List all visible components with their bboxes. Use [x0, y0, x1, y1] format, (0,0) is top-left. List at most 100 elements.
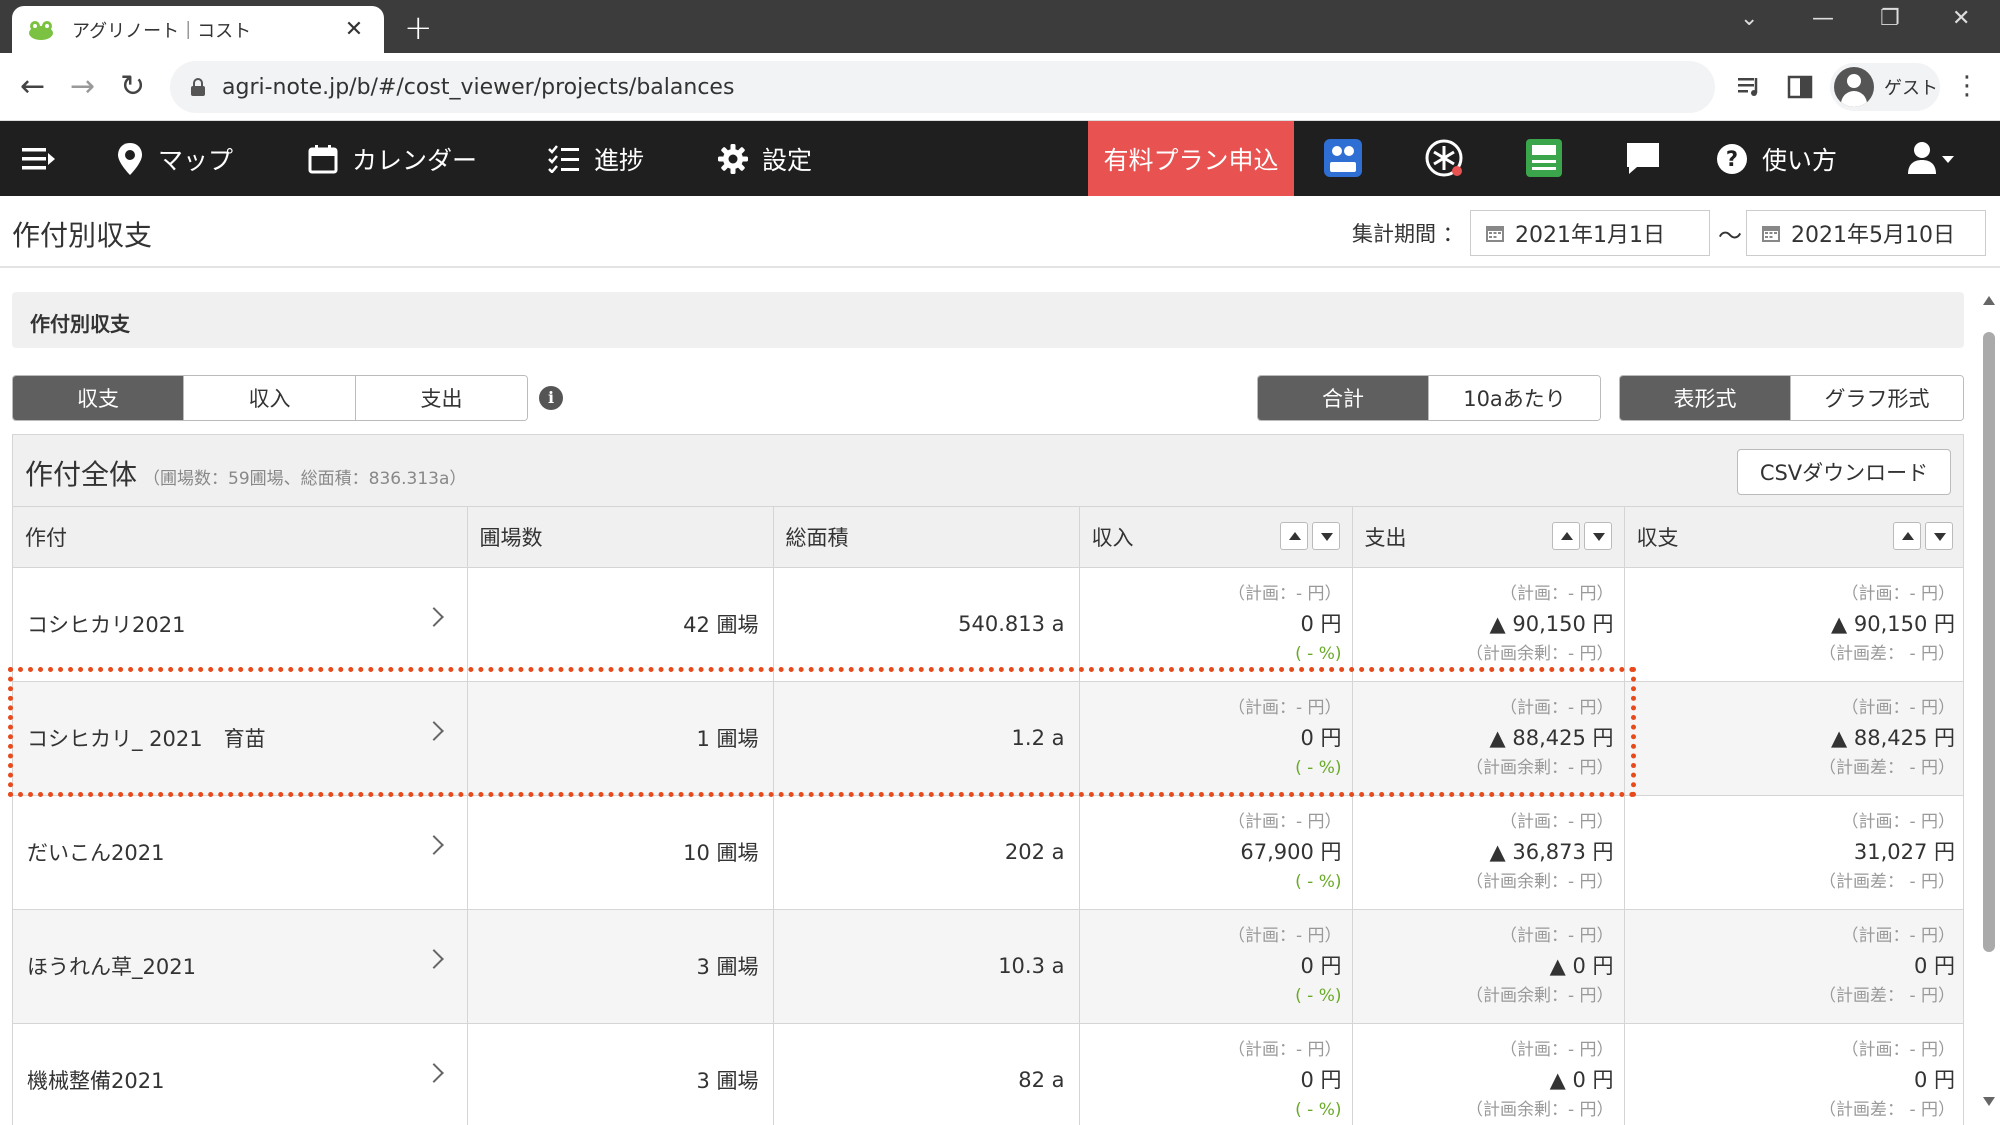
- col-expense-label: 支出: [1364, 525, 1407, 550]
- address-bar[interactable]: agri-note.jp/b/#/cost_viewer/projects/ba…: [170, 61, 1715, 113]
- total-area: 1.2 a: [773, 681, 1080, 796]
- forward-icon[interactable]: →: [70, 69, 95, 104]
- partner-app-icon[interactable]: [1424, 138, 1464, 178]
- tab-graph-view[interactable]: グラフ形式: [1791, 376, 1963, 420]
- chevron-right-icon[interactable]: [423, 720, 444, 741]
- income-percent: ( - %): [1295, 872, 1342, 892]
- nav-settings[interactable]: 設定: [718, 121, 812, 196]
- map-pin-icon: [118, 142, 142, 175]
- sort-desc-icon[interactable]: [1311, 522, 1340, 550]
- sort-desc-icon[interactable]: [1925, 522, 1953, 550]
- expense-remainder: （計画余剰：- 円）: [1465, 986, 1614, 1006]
- tab-expense[interactable]: 支出: [356, 376, 527, 420]
- info-icon[interactable]: i: [539, 386, 563, 410]
- col-income: 収入: [1079, 507, 1353, 568]
- table-row[interactable]: コシヒカリ_ 2021 育苗 1 圃場 1.2 a （計画：- 円） 0 円 ( -…: [13, 681, 1963, 796]
- nav-map[interactable]: マップ: [116, 121, 233, 196]
- nav-progress[interactable]: 進捗: [548, 121, 644, 196]
- chat-icon[interactable]: [1623, 138, 1663, 178]
- chevron-right-icon[interactable]: [423, 948, 444, 969]
- table-row[interactable]: だいこん2021 10 圃場 202 a （計画：- 円） 67,900 円 ( -…: [13, 795, 1963, 910]
- csv-download-button[interactable]: CSVダウンロード: [1737, 449, 1951, 495]
- date-range-separator: 〜: [1718, 222, 1742, 250]
- tab-income[interactable]: 収入: [184, 376, 356, 420]
- profile-button[interactable]: ゲスト: [1830, 63, 1940, 111]
- balance-value: ▲ 88,425 円: [1831, 726, 1955, 750]
- new-tab-icon[interactable]: +: [404, 8, 433, 48]
- end-date-field[interactable]: 2021年5月10日: [1746, 210, 1986, 256]
- tab-search-icon[interactable]: ⌄: [1740, 6, 1758, 31]
- menu-toggle-button[interactable]: [22, 121, 70, 196]
- kebab-menu-icon[interactable]: ⋮: [1954, 71, 1980, 101]
- tab-balance[interactable]: 収支: [13, 376, 184, 420]
- panel-title-text: 作付全体: [25, 458, 138, 491]
- balance-value: 0 円: [1913, 1068, 1955, 1092]
- chevron-right-icon[interactable]: [423, 606, 444, 627]
- expense-plan: （計画：- 円）: [1499, 812, 1614, 832]
- start-date-field[interactable]: 2021年1月1日: [1470, 210, 1710, 256]
- paid-plan-button[interactable]: 有料プラン申込: [1088, 121, 1294, 196]
- balance-cell: （計画：- 円） 0 円 （計画差： - 円）: [1624, 909, 1963, 1024]
- nav-calendar[interactable]: カレンダー: [308, 121, 477, 196]
- balance-value: ▲ 90,150 円: [1831, 612, 1955, 636]
- balance-plan: （計画：- 円）: [1841, 584, 1955, 604]
- sort-asc-icon[interactable]: [1279, 522, 1308, 550]
- chevron-right-icon[interactable]: [423, 1062, 444, 1083]
- table-row[interactable]: ほうれん草_2021 3 圃場 10.3 a （計画：- 円） 0 円 ( - %)…: [13, 909, 1963, 1024]
- farm-search-app-icon[interactable]: [1524, 138, 1564, 178]
- view-tabs: 表形式 グラフ形式: [1619, 375, 1964, 421]
- sort-desc-icon[interactable]: [1583, 522, 1612, 550]
- balance-cell: （計画：- 円） 0 円 （計画差： - 円）: [1624, 1023, 1963, 1125]
- restore-icon[interactable]: ❐: [1880, 6, 1900, 31]
- col-crop: 作付: [13, 507, 468, 568]
- user-menu-icon[interactable]: [1906, 140, 1958, 178]
- income-percent: ( - %): [1295, 758, 1342, 778]
- col-balance: 収支: [1624, 507, 1963, 568]
- col-fields: 圃場数: [467, 507, 774, 568]
- crop-name: だいこん2021: [13, 795, 468, 910]
- tab-per-10a[interactable]: 10aあたり: [1429, 376, 1600, 420]
- reload-icon[interactable]: ↻: [120, 69, 145, 104]
- scroll-down-icon[interactable]: [1983, 1097, 1995, 1106]
- unit-tabs: 合計 10aあたり: [1257, 375, 1601, 421]
- nav-help[interactable]: ? 使い方: [1716, 121, 1837, 196]
- balance-sort: [1893, 522, 1953, 550]
- field-count: 10 圃場: [467, 795, 774, 910]
- mgr-app-icon[interactable]: [1323, 138, 1363, 178]
- help-circle-icon: ?: [1717, 143, 1747, 174]
- minimize-icon[interactable]: —: [1812, 6, 1834, 31]
- income-plan: （計画：- 円）: [1227, 926, 1342, 946]
- media-control-icon[interactable]: [1736, 73, 1764, 101]
- lock-icon: [191, 78, 205, 96]
- field-count: 1 圃場: [467, 681, 774, 796]
- tab-table-view[interactable]: 表形式: [1620, 376, 1791, 420]
- sort-asc-icon[interactable]: [1551, 522, 1580, 550]
- page-scrollbar[interactable]: [1978, 290, 2000, 1125]
- sort-asc-icon[interactable]: [1893, 522, 1921, 550]
- nav-settings-label: 設定: [762, 145, 813, 175]
- balance-cell: （計画：- 円） ▲ 88,425 円 （計画差： - 円）: [1624, 681, 1963, 796]
- col-income-label: 収入: [1091, 525, 1134, 550]
- expense-remainder: （計画余剰：- 円）: [1465, 872, 1614, 892]
- expense-remainder: （計画余剰：- 円）: [1465, 644, 1614, 664]
- scroll-up-icon[interactable]: [1983, 296, 1995, 305]
- tab-total[interactable]: 合計: [1258, 376, 1429, 420]
- checklist-icon: [548, 144, 579, 173]
- page-header: 作付別収支 集計期間 ： 2021年1月1日 〜 2021年5月10日: [0, 196, 2000, 268]
- app-navbar: マップ カレンダー 進捗 設定 有料プラン申込 ? 使い方: [0, 121, 2000, 196]
- table-row[interactable]: コシヒカリ2021 42 圃場 540.813 a （計画：- 円） 0 円 ( -…: [13, 567, 1963, 682]
- expense-cell: （計画：- 円） ▲ 0 円 （計画余剰：- 円）: [1352, 909, 1625, 1024]
- table-header-row: 作付 圃場数 総面積 収入 支出 収支: [13, 507, 1963, 568]
- browser-tab[interactable]: アグリノート｜コスト ✕: [12, 6, 384, 53]
- scrollbar-thumb[interactable]: [1983, 332, 1995, 952]
- balance-cell: （計画：- 円） ▲ 90,150 円 （計画差： - 円）: [1624, 567, 1963, 682]
- table-row[interactable]: 機械整備2021 3 圃場 82 a （計画：- 円） 0 円 ( - %) （計画…: [13, 1023, 1963, 1125]
- close-tab-icon[interactable]: ✕: [340, 17, 368, 42]
- menu-toggle-icon: [22, 147, 55, 169]
- back-icon[interactable]: ←: [20, 69, 45, 104]
- window-close-icon[interactable]: ✕: [1952, 6, 1970, 31]
- income-value: 0 円: [1300, 612, 1342, 636]
- chevron-right-icon[interactable]: [423, 834, 444, 855]
- side-panel-icon[interactable]: [1786, 73, 1814, 101]
- total-area: 82 a: [773, 1023, 1080, 1125]
